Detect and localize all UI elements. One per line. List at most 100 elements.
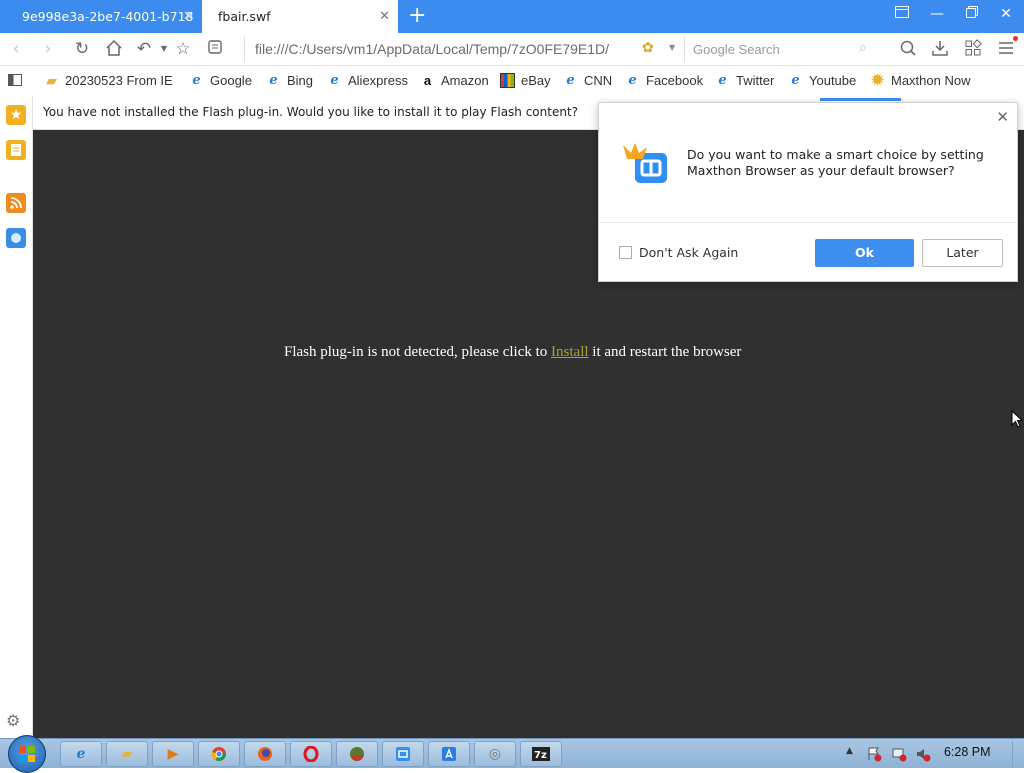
taskbar-app-icon[interactable]: ◎ (474, 741, 516, 767)
notification-install-button[interactable] (820, 98, 901, 101)
address-bar[interactable]: file:///C:/Users/vm1/AppData/Local/Temp/… (244, 37, 684, 62)
default-browser-dialog: ✕ Do you want to make a smart choice by … (598, 102, 1018, 282)
search-icon[interactable]: ⌕ (859, 40, 867, 56)
address-input[interactable]: file:///C:/Users/vm1/AppData/Local/Temp/… (255, 41, 609, 57)
search-tool-icon[interactable] (898, 39, 918, 59)
tab-active[interactable]: fbair.swf ✕ (202, 0, 398, 33)
taskbar-media-player-icon[interactable]: ▶ (152, 741, 194, 767)
mouse-cursor-icon (1011, 409, 1024, 432)
ie-icon: e (718, 73, 727, 88)
notification-text: You have not installed the Flash plug-in… (43, 105, 579, 119)
flash-missing-message: Flash plug-in is not detected, please cl… (284, 344, 741, 361)
address-dropdown-icon[interactable]: ▼ (669, 43, 675, 52)
bookmark-label: eBay (521, 73, 551, 88)
tab-inactive[interactable]: 9e998e3a-2be7-4001-b718 ✕ (0, 0, 202, 33)
taskbar-browser-icon[interactable] (336, 741, 378, 767)
sidebar: ★ ⚙ (0, 96, 33, 738)
bookmark-label: Maxthon Now (891, 73, 971, 88)
flash-message-text: Flash plug-in is not detected, please cl… (284, 344, 552, 360)
amazon-icon: a (423, 73, 432, 88)
bookmark-twitter[interactable]: e Twitter (715, 73, 774, 88)
ie-icon: e (566, 73, 575, 88)
favorite-star-icon[interactable]: ☆ (173, 39, 193, 59)
bookmark-label: Facebook (646, 73, 704, 88)
taskbar-clock[interactable]: 6:28 PM (944, 745, 991, 759)
bookmarks-panel-icon[interactable] (8, 74, 22, 86)
later-button[interactable]: Later (922, 239, 1003, 267)
bookmark-facebook[interactable]: e Facebook (625, 73, 703, 88)
bookmark-bing[interactable]: e Bing (266, 73, 313, 88)
undo-close-icon[interactable]: ↶ (134, 39, 154, 59)
tab-close-icon[interactable]: ✕ (379, 9, 390, 24)
dont-ask-again-checkbox[interactable]: Don't Ask Again (619, 245, 738, 260)
taskbar-explorer-icon[interactable]: ▰ (106, 741, 148, 767)
sidebar-toggle-icon[interactable] (892, 6, 912, 22)
restore-icon[interactable] (962, 6, 982, 22)
taskbar-chrome-icon[interactable] (198, 741, 240, 767)
bookmark-maxthon-now[interactable]: ✹ Maxthon Now (870, 73, 970, 88)
tab-label: 9e998e3a-2be7-4001-b718 (22, 9, 194, 24)
tray-network-icon[interactable] (891, 746, 907, 765)
bookmark-ebay[interactable]: eBay (500, 73, 551, 88)
flash-message-text-end: it and restart the browser (588, 344, 742, 360)
ie-icon: e (330, 73, 339, 88)
favorites-star-icon[interactable]: ★ (6, 105, 26, 125)
bookmark-label: Aliexpress (348, 73, 408, 88)
taskbar-opera-icon[interactable] (290, 741, 332, 767)
weather-icon[interactable] (6, 228, 26, 248)
ok-button[interactable]: Ok (815, 239, 914, 267)
bookmark-label: Amazon (441, 73, 489, 88)
tab-label: fbair.swf (218, 9, 271, 24)
reload-icon[interactable]: ↻ (72, 39, 92, 59)
ebay-icon (500, 73, 515, 88)
checkbox-box[interactable] (619, 246, 632, 259)
extension-icon[interactable]: ✿ (642, 40, 654, 56)
bookmark-label: Google (210, 73, 252, 88)
tray-expand-icon[interactable]: ▲ (846, 746, 853, 756)
show-desktop-button[interactable] (1012, 741, 1024, 767)
bookmark-google[interactable]: e Google (189, 73, 252, 88)
start-button[interactable] (8, 735, 46, 773)
bookmark-cnn[interactable]: e CNN (563, 73, 612, 88)
minimize-icon[interactable]: — (927, 6, 947, 22)
forward-icon[interactable]: › (38, 39, 58, 59)
apps-icon[interactable] (963, 39, 983, 59)
navigation-bar: ‹ › ↻ ↶ ▼ ☆ file:///C:/Users/vm1/AppData… (0, 33, 1024, 66)
windows-taskbar: e ▰ ▶ ◎ 7z ▲ 6:28 PM (0, 735, 1024, 773)
tray-volume-icon[interactable] (915, 746, 931, 765)
rss-icon[interactable] (6, 193, 26, 213)
ie-icon: e (791, 73, 800, 88)
taskbar-maxthon-icon[interactable] (382, 741, 424, 767)
undo-dropdown-icon[interactable]: ▼ (154, 39, 174, 59)
install-link[interactable]: Install (551, 344, 589, 360)
dialog-close-icon[interactable]: ✕ (996, 108, 1009, 126)
bookmark-folder[interactable]: ▰ 20230523 From IE (44, 73, 173, 88)
taskbar-firefox-icon[interactable] (244, 741, 286, 767)
taskbar-7zip-icon[interactable]: 7z (520, 741, 562, 767)
ie-icon: e (628, 73, 637, 88)
dialog-divider (599, 222, 1017, 223)
checkbox-label: Don't Ask Again (639, 245, 739, 260)
bookmark-aliexpress[interactable]: e Aliexpress (327, 73, 408, 88)
back-icon[interactable]: ‹ (6, 39, 26, 59)
notes-icon[interactable] (6, 140, 26, 160)
search-box[interactable]: Google Search ⌕ (684, 37, 884, 62)
tab-close-icon[interactable]: ✕ (183, 9, 194, 24)
taskbar-ie-icon[interactable]: e (60, 741, 102, 767)
bookmark-amazon[interactable]: a Amazon (420, 73, 489, 88)
taskbar-app-store-icon[interactable] (428, 741, 470, 767)
dialog-message: Do you want to make a smart choice by se… (687, 147, 984, 178)
settings-gear-icon[interactable]: ⚙ (6, 711, 20, 730)
reader-icon[interactable] (205, 39, 225, 59)
bookmark-label: Bing (287, 73, 314, 88)
home-icon[interactable] (104, 39, 124, 59)
menu-icon[interactable] (996, 36, 1018, 59)
tray-flag-icon[interactable] (866, 746, 882, 765)
search-input[interactable]: Google Search (693, 42, 780, 57)
close-window-icon[interactable]: ✕ (996, 6, 1016, 22)
tab-bar: 9e998e3a-2be7-4001-b718 ✕ fbair.swf ✕ + … (0, 0, 1024, 33)
maxthon-now-icon: ✹ (871, 72, 884, 89)
bookmark-youtube[interactable]: e Youtube (788, 73, 856, 88)
download-icon[interactable] (930, 39, 950, 59)
new-tab-icon[interactable]: + (408, 3, 426, 28)
